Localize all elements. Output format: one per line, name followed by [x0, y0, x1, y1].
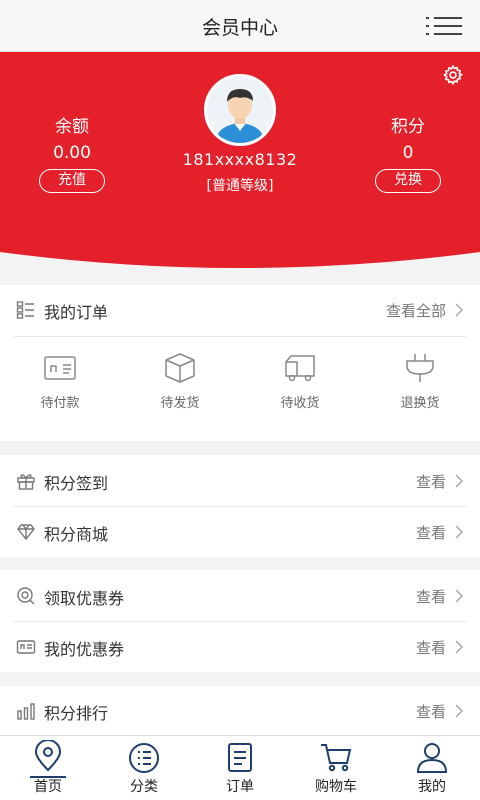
tab-home[interactable]: 首页	[0, 740, 96, 796]
points-checkin-row[interactable]: 积分签到 查看	[0, 456, 480, 506]
divider	[14, 336, 466, 337]
category-list-icon	[129, 743, 159, 773]
profile-header: 余额 0.00 充值 181xxxx8132 [普通等级] 积分 0 兑换	[0, 52, 480, 277]
redeem-button[interactable]: 兑换	[375, 169, 441, 193]
ranking-card: 积分排行 查看	[0, 686, 480, 735]
page-title: 会员中心	[201, 17, 278, 39]
tab-label: 购物车	[315, 779, 357, 795]
order-status-pending-receipt[interactable]: 待收货	[240, 352, 360, 411]
gift-icon	[17, 474, 35, 490]
tab-category[interactable]: 分类	[96, 740, 192, 796]
row-action[interactable]: 查看	[416, 701, 446, 722]
order-status-returns[interactable]: 退换货	[360, 352, 480, 411]
row-action[interactable]: 查看	[416, 522, 446, 543]
row-action[interactable]: 查看	[416, 471, 446, 492]
points-label: 积分	[391, 117, 425, 137]
points-value: 0	[402, 143, 414, 163]
tab-label: 分类	[130, 779, 158, 795]
row-label: 领取优惠券	[44, 589, 125, 608]
tab-cart[interactable]: 购物车	[288, 740, 384, 796]
chevron-right-icon	[455, 303, 464, 317]
package-box-icon	[165, 353, 195, 383]
tab-label: 我的	[418, 779, 446, 795]
order-status-label: 退换货	[400, 396, 440, 411]
payment-card-icon	[44, 356, 76, 380]
chevron-right-icon	[455, 589, 464, 603]
order-status-label: 待付款	[40, 396, 80, 411]
order-status-row: 待付款 待发货 待收货 退换货	[0, 338, 480, 438]
tab-label: 订单	[226, 779, 254, 795]
top-bar: 会员中心	[0, 0, 480, 52]
row-label: 积分排行	[44, 704, 109, 723]
tab-mine[interactable]: 我的	[384, 740, 480, 796]
active-tab-indicator	[30, 776, 66, 778]
order-list-icon	[16, 301, 34, 319]
user-avatar-icon	[207, 77, 273, 143]
row-label: 积分签到	[44, 474, 109, 493]
order-status-pending-shipment[interactable]: 待发货	[120, 352, 240, 411]
tab-label: 首页	[34, 779, 62, 795]
order-status-pending-payment[interactable]: 待付款	[0, 352, 120, 411]
row-label: 积分商城	[44, 525, 109, 544]
view-all-orders-link[interactable]: 查看全部	[386, 300, 446, 321]
chevron-right-icon	[455, 640, 464, 654]
location-pin-icon	[34, 740, 62, 772]
get-coupon-row[interactable]: 领取优惠券 查看	[0, 571, 480, 621]
points-block: 积分 0 兑换	[348, 112, 468, 193]
delivery-truck-icon	[285, 355, 315, 382]
chevron-right-icon	[455, 474, 464, 488]
tab-orders[interactable]: 订单	[192, 740, 288, 796]
plug-return-icon	[406, 354, 434, 382]
bar-chart-icon	[17, 703, 35, 720]
coupon-search-icon	[17, 587, 35, 605]
balance-label: 余额	[55, 117, 89, 137]
points-card: 积分签到 查看 积分商城 查看	[0, 455, 480, 557]
coupon-card: 领取优惠券 查看 我的优惠券 查看	[0, 570, 480, 672]
menu-icon[interactable]	[426, 14, 462, 38]
bottom-tab-bar: 首页 分类 订单 购物车 我的	[0, 735, 480, 800]
diamond-icon	[17, 524, 35, 541]
avatar[interactable]	[204, 74, 276, 146]
order-status-label: 待收货	[280, 396, 320, 411]
chevron-right-icon	[455, 525, 464, 539]
orders-header-row[interactable]: 我的订单 查看全部	[0, 285, 480, 335]
order-document-icon	[228, 743, 252, 772]
chevron-right-icon	[455, 704, 464, 718]
order-status-label: 待发货	[160, 396, 200, 411]
orders-title: 我的订单	[44, 303, 109, 322]
coupon-card-icon	[16, 640, 36, 654]
settings-gear-icon[interactable]	[442, 64, 464, 86]
shopping-cart-icon	[321, 744, 352, 772]
points-mall-row[interactable]: 积分商城 查看	[0, 507, 480, 557]
user-profile-icon	[416, 743, 448, 773]
row-label: 我的优惠券	[44, 640, 125, 659]
row-action[interactable]: 查看	[416, 586, 446, 607]
points-ranking-row[interactable]: 积分排行 查看	[0, 686, 480, 736]
my-coupons-row[interactable]: 我的优惠券 查看	[0, 622, 480, 672]
row-action[interactable]: 查看	[416, 637, 446, 658]
